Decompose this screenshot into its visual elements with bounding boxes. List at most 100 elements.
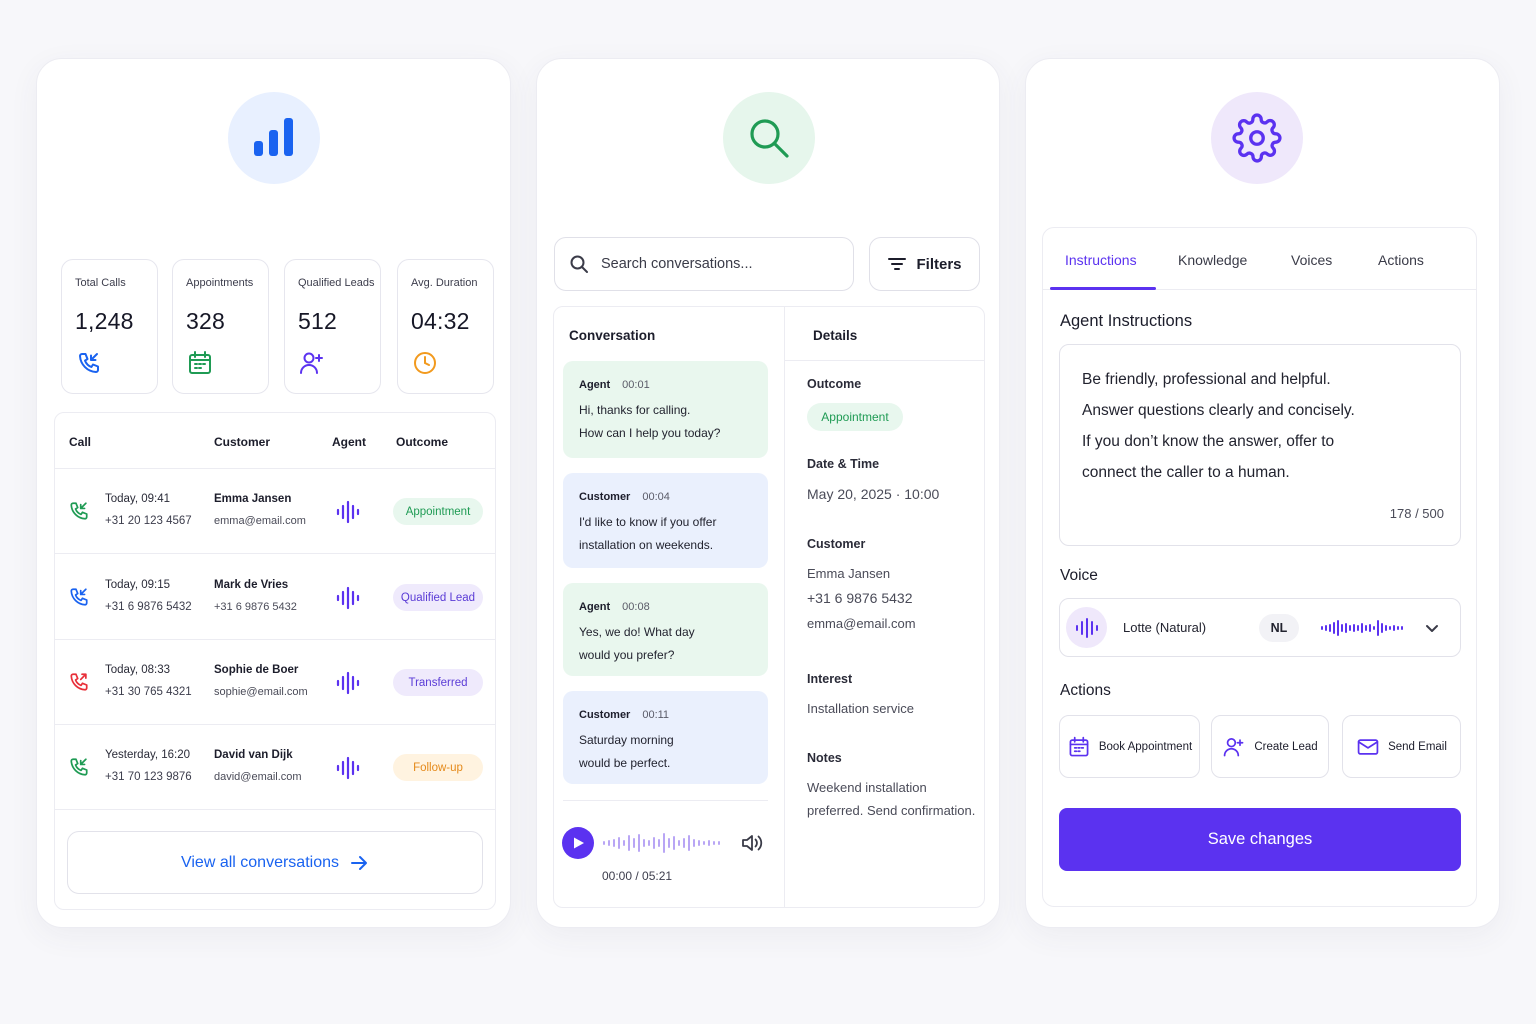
datetime-value: May 20, 2025 · 10:00 — [807, 486, 940, 502]
customer-email: emma@email.com — [807, 616, 916, 631]
outcome-badge: Appointment — [393, 498, 483, 525]
view-all-label: View all conversations — [180, 853, 339, 871]
conversations-card: Filters Conversation Agent 00:01 Hi, than… — [536, 58, 1000, 928]
customer-name: Emma Jansen — [807, 566, 891, 581]
header-customer: Customer — [214, 435, 271, 449]
conversation-column: Conversation Agent 00:01 Hi, thanks for c… — [554, 307, 785, 907]
message-line: Yes, we do! What day — [579, 625, 695, 639]
customer-name: David van Dijk — [214, 749, 293, 761]
phone-incoming-icon — [67, 755, 91, 779]
filters-label: Filters — [916, 255, 962, 273]
analytics-card: Total Calls 1,248 Appointments 328 Quali… — [36, 58, 511, 928]
chevron-down-icon — [1424, 620, 1440, 636]
message-line: would be perfect. — [579, 756, 671, 770]
voice-title: Voice — [1060, 567, 1098, 584]
play-button[interactable] — [562, 827, 594, 859]
customer-phone: +31 6 9876 5432 — [807, 590, 913, 606]
agent-waveform-icon — [333, 756, 363, 780]
interest-value: Installation service — [807, 701, 914, 716]
view-all-conversations-button[interactable]: View all conversations — [67, 831, 483, 894]
stat-avg-duration: Avg. Duration 04:32 — [397, 259, 494, 394]
message-time: 00:11 — [642, 709, 670, 721]
volume-icon[interactable] — [740, 832, 764, 854]
phone-incoming-icon — [75, 349, 103, 377]
outcome-badge: Appointment — [807, 403, 903, 431]
call-time: Today, 09:41 — [105, 493, 171, 505]
details-header: Details — [813, 328, 858, 343]
active-tab-indicator — [1050, 287, 1156, 290]
stat-appointments: Appointments 328 — [172, 259, 269, 394]
outcome-badge: Transferred — [393, 669, 483, 696]
phone-incoming-icon — [67, 499, 91, 523]
customer-email: emma@email.com — [214, 515, 306, 527]
notes-line: preferred. Send confirmation. — [807, 803, 976, 818]
audio-time: 00:00 / 05:21 — [602, 869, 673, 883]
mail-icon — [1357, 738, 1379, 755]
details-column: Details Outcome Appointment Date & Time … — [785, 307, 984, 907]
customer-name: Emma Jansen — [214, 493, 292, 505]
filters-button[interactable]: Filters — [869, 237, 980, 291]
message-bubble: Customer 00:11 Saturday morning would be p… — [563, 691, 768, 784]
search-input[interactable] — [601, 256, 841, 272]
interest-label: Interest — [807, 672, 853, 686]
filter-icon — [888, 258, 907, 270]
customer-name: Mark de Vries — [214, 579, 289, 591]
message-line: I'd like to know if you offer — [579, 515, 717, 529]
waveform-icon — [1075, 617, 1098, 638]
voice-sample-waveform — [1320, 616, 1406, 640]
table-row[interactable]: Yesterday, 16:20 +31 70 123 9876 David v… — [55, 725, 495, 810]
call-time: Yesterday, 16:20 — [105, 749, 191, 761]
book-appointment-button[interactable]: Book Appointment — [1059, 715, 1200, 778]
call-phone: +31 70 123 9876 — [105, 771, 192, 783]
instruction-line: Be friendly, professional and helpful. — [1082, 371, 1331, 388]
customer-email: sophie@email.com — [214, 686, 308, 698]
stat-label: Avg. Duration — [411, 277, 478, 289]
message-bubble: Agent 00:01 Hi, thanks for calling. How ca… — [563, 361, 768, 458]
message-time: 00:08 — [622, 601, 650, 613]
calendar-icon — [1069, 736, 1089, 756]
customer-label: Customer — [807, 537, 866, 551]
actions-title: Actions — [1060, 682, 1111, 699]
tab-instructions[interactable]: Instructions — [1065, 252, 1137, 268]
voice-select[interactable]: Lotte (Natural) NL — [1059, 598, 1461, 657]
stat-value: 1,248 — [75, 308, 134, 334]
stat-label: Total Calls — [75, 277, 126, 289]
tab-actions[interactable]: Actions — [1378, 252, 1424, 268]
save-changes-button[interactable]: Save changes — [1059, 808, 1461, 871]
conversation-panel: Conversation Agent 00:01 Hi, thanks for c… — [553, 306, 985, 908]
message-sender: Customer — [579, 491, 631, 503]
audio-waveform[interactable] — [602, 831, 726, 855]
call-phone: +31 6 9876 5432 — [105, 601, 192, 613]
voice-language-badge: NL — [1259, 614, 1299, 642]
header-outcome: Outcome — [396, 435, 449, 449]
call-time: Today, 09:15 — [105, 579, 171, 591]
instruction-line: Answer questions clearly and concisely. — [1082, 402, 1355, 419]
instructions-title: Agent Instructions — [1060, 312, 1193, 330]
customer-email: +31 6 9876 5432 — [214, 601, 297, 613]
send-email-button[interactable]: Send Email — [1342, 715, 1461, 778]
search-conversations-field[interactable] — [554, 237, 854, 291]
tab-knowledge[interactable]: Knowledge — [1178, 252, 1247, 268]
table-row[interactable]: Today, 09:15 +31 6 9876 5432 Mark de Vri… — [55, 555, 495, 640]
customer-email: david@email.com — [214, 771, 302, 783]
action-label: Send Email — [1388, 740, 1447, 753]
call-phone: +31 20 123 4567 — [105, 515, 192, 527]
stat-label: Appointments — [186, 277, 254, 289]
tab-voices[interactable]: Voices — [1291, 252, 1332, 268]
conversation-header: Conversation — [569, 328, 656, 343]
message-line: How can I help you today? — [579, 426, 721, 440]
message-bubble: Customer 00:04 I'd like to know if you of… — [563, 473, 768, 568]
instructions-textarea[interactable]: Be friendly, professional and helpful. A… — [1059, 344, 1461, 546]
table-row[interactable]: Today, 09:41 +31 20 123 4567 Emma Jansen… — [55, 469, 495, 554]
stat-value: 512 — [298, 308, 337, 334]
create-lead-button[interactable]: Create Lead — [1211, 715, 1329, 778]
outcome-label: Outcome — [807, 377, 862, 391]
action-label: Book Appointment — [1098, 740, 1193, 753]
stat-total-calls: Total Calls 1,248 — [61, 259, 158, 394]
search-icon — [570, 255, 588, 273]
user-plus-icon — [298, 349, 326, 377]
action-label: Create Lead — [1254, 740, 1318, 753]
phone-outgoing-icon — [67, 670, 91, 694]
agent-waveform-icon — [333, 500, 363, 524]
table-row[interactable]: Today, 08:33 +31 30 765 4321 Sophie de B… — [55, 640, 495, 725]
